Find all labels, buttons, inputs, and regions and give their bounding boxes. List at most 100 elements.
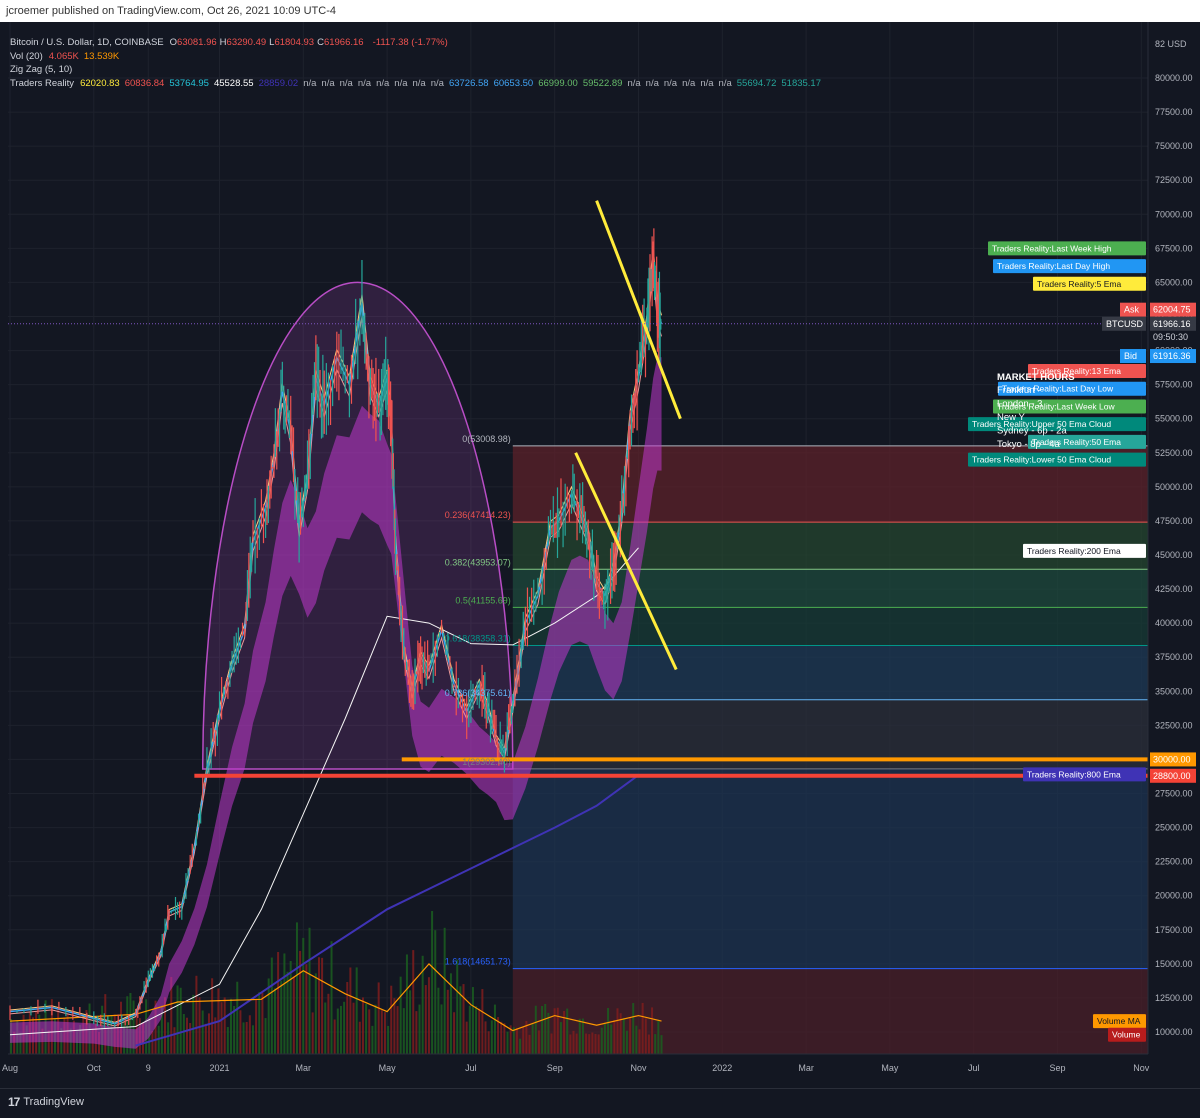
volume-bar xyxy=(515,1028,518,1054)
tradingview-logo[interactable]: 17 TradingView xyxy=(8,1095,84,1109)
volume-bar xyxy=(358,1021,361,1054)
volume-bar xyxy=(201,1010,204,1054)
price-tick-label: 77500.00 xyxy=(1155,107,1193,117)
volume-values: 4.065K 13.539K xyxy=(49,50,125,64)
volume-bar xyxy=(204,1023,207,1054)
volume-bar xyxy=(660,1035,663,1054)
traders-reality-value: n/a xyxy=(412,77,426,89)
price-tick-label: 37500.00 xyxy=(1155,652,1193,662)
indicator-tag-text: Traders Reality:Lower 50 Ema Cloud xyxy=(972,455,1111,465)
volume-bar xyxy=(418,1004,421,1054)
market-hours-line: Sydney - 6p - 2a xyxy=(997,426,1067,437)
fib-label: 0.5(41155.69) xyxy=(455,595,510,605)
volume-bar xyxy=(302,937,305,1054)
volume-bar xyxy=(427,977,430,1054)
volume-bar xyxy=(349,967,352,1054)
volume-bar xyxy=(625,1030,628,1054)
traders-reality-value: 45528.55 xyxy=(213,77,254,89)
volume-bar xyxy=(591,1032,594,1054)
volume-bar xyxy=(226,1027,229,1054)
volume-bar xyxy=(578,1018,581,1054)
chart-legend: Bitcoin / U.S. Dollar, 1D, COINBASE O630… xyxy=(10,36,826,90)
volume-bar xyxy=(192,994,195,1054)
price-tick-label: 15000.00 xyxy=(1155,959,1193,969)
price-chart[interactable]: 0(53008.98) 0.236(47414.23) 0.382(43953.07… xyxy=(0,22,1200,1117)
price-tick-label: 32500.00 xyxy=(1155,720,1193,730)
volume-bar xyxy=(317,957,320,1054)
volume-bar xyxy=(273,988,276,1054)
volume-bar xyxy=(522,1026,525,1054)
volume-bar xyxy=(559,1022,562,1054)
symbol-row[interactable]: Bitcoin / U.S. Dollar, 1D, COINBASE O630… xyxy=(10,36,826,50)
volume-title[interactable]: Vol (20) xyxy=(10,50,43,64)
volume-bar xyxy=(176,985,179,1054)
volume-bar xyxy=(346,982,349,1054)
volume-bar xyxy=(179,987,182,1054)
volume-bar xyxy=(503,1023,506,1054)
time-tick-label: Mar xyxy=(798,1063,814,1073)
volume-bar xyxy=(314,973,317,1054)
volume-bar xyxy=(446,989,449,1054)
volume-bar xyxy=(506,1031,509,1054)
price-tick-label: 22500.00 xyxy=(1155,857,1193,867)
volume-bar xyxy=(286,971,289,1054)
zigzag-row[interactable]: Zig Zag (5, 10) xyxy=(10,63,826,77)
tradingview-brand: TradingView xyxy=(23,1096,84,1108)
zigzag-title[interactable]: Zig Zag (5, 10) xyxy=(10,63,72,77)
traders-reality-values: 62020.83 60836.84 53764.95 45528.55 28859.02… xyxy=(80,77,826,91)
volume-bar xyxy=(390,985,393,1054)
volume-bar xyxy=(371,1025,374,1054)
time-tick-label: 2021 xyxy=(209,1063,229,1073)
traders-reality-value: 55694.72 xyxy=(736,77,777,89)
axis-badge-tag-text: BTCUSD xyxy=(1106,319,1144,329)
volume-bar xyxy=(415,1011,418,1054)
volume-bar xyxy=(585,1033,588,1054)
indicator-tag-text: Volume MA xyxy=(1097,1016,1141,1026)
volume-bar xyxy=(537,1030,540,1054)
volume-bar xyxy=(248,1015,251,1054)
volume-bar xyxy=(195,975,198,1054)
volume-bar xyxy=(380,1010,383,1054)
volume-bar xyxy=(569,1034,572,1054)
volume-bar xyxy=(258,992,261,1054)
volume-bar xyxy=(409,990,412,1054)
traders-reality-title[interactable]: Traders Reality xyxy=(10,77,74,91)
chart-pane[interactable]: 0(53008.98) 0.236(47414.23) 0.382(43953.07… xyxy=(0,22,1200,1117)
price-tick-label: 35000.00 xyxy=(1155,686,1193,696)
volume-bar xyxy=(264,1018,267,1054)
volume-bar xyxy=(453,1012,456,1054)
time-tick-label: Sep xyxy=(547,1063,563,1073)
volume-bar xyxy=(600,1027,603,1054)
market-hours-line: Frankfurt - xyxy=(997,385,1041,396)
volume-bar xyxy=(519,1038,522,1054)
volume-bar xyxy=(487,1031,490,1054)
volume-bar xyxy=(641,1002,644,1054)
traders-reality-row[interactable]: Traders Reality 62020.83 60836.84 53764.95… xyxy=(10,77,826,91)
time-tick-label: 2022 xyxy=(712,1063,732,1073)
indicator-tag-text: Traders Reality:Last Day High xyxy=(997,261,1110,271)
price-tick-label: 67500.00 xyxy=(1155,243,1193,253)
volume-bar xyxy=(547,1012,550,1054)
volume-row[interactable]: Vol (20) 4.065K 13.539K xyxy=(10,50,826,64)
tradingview-logo-icon: 17 xyxy=(8,1095,20,1109)
traders-reality-value: n/a xyxy=(376,77,390,89)
traders-reality-value: n/a xyxy=(430,77,444,89)
fib-label: 0.382(43953.07) xyxy=(445,557,511,567)
volume-bar xyxy=(189,1022,192,1054)
axis-badge-tag-text: Ask xyxy=(1124,305,1140,315)
volume-bar xyxy=(431,911,434,1054)
volume-bar xyxy=(280,980,283,1054)
fib-zone xyxy=(512,768,1148,969)
volume-bar xyxy=(251,1025,254,1054)
volume-bar xyxy=(239,1010,242,1054)
fib-label: 1.618(14651.73) xyxy=(445,957,511,967)
symbol-title[interactable]: Bitcoin / U.S. Dollar, 1D, COINBASE xyxy=(10,36,164,50)
volume-bar xyxy=(383,1012,386,1054)
price-tick-label: 12500.00 xyxy=(1155,993,1193,1003)
volume-bar xyxy=(635,1025,638,1054)
volume-bar xyxy=(550,1033,553,1054)
price-tick-label: 20000.00 xyxy=(1155,891,1193,901)
traders-reality-value: n/a xyxy=(357,77,372,89)
traders-reality-value: 63726.58 xyxy=(448,77,489,89)
volume-bar xyxy=(211,978,214,1054)
